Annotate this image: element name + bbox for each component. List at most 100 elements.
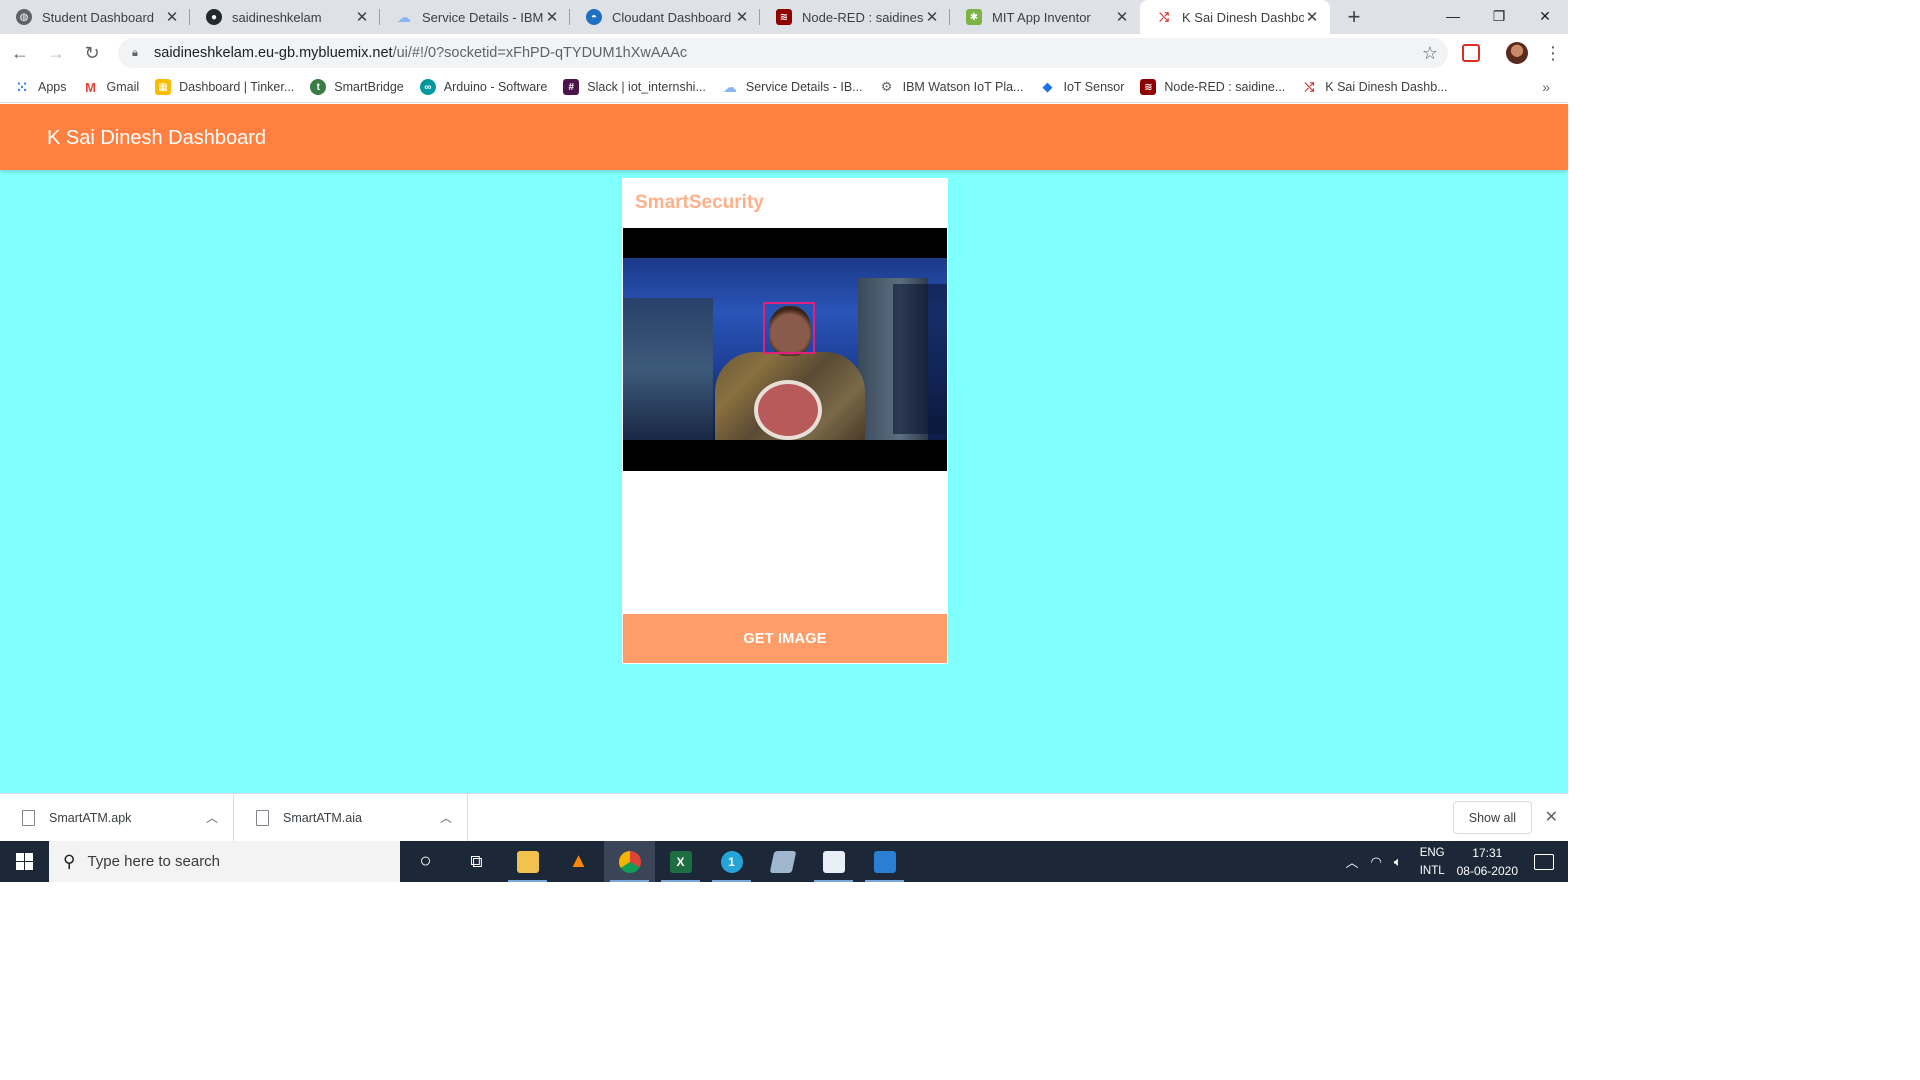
input-language[interactable]: ENG INTL	[1420, 844, 1445, 880]
window-close-button[interactable]: ✕	[1522, 0, 1568, 32]
close-icon[interactable]: ✕	[734, 8, 750, 26]
python-icon[interactable]	[808, 841, 859, 882]
close-icon[interactable]: ✕	[354, 8, 370, 26]
chevron-up-icon[interactable]: ︿	[1346, 852, 1359, 871]
close-icon[interactable]: ✕	[924, 8, 940, 26]
pocket-extension-icon[interactable]	[1462, 44, 1480, 62]
forward-arrow-icon[interactable]: →	[40, 37, 72, 69]
bookmark-smartbridge[interactable]: t SmartBridge	[310, 79, 404, 95]
github-icon: ●	[206, 9, 222, 25]
globe-icon: ◍	[16, 9, 32, 25]
tab-title: Student Dashboard	[42, 9, 155, 25]
bookmark-node-red[interactable]: ≋ Node-RED : saidine...	[1140, 79, 1285, 95]
kebab-menu-icon[interactable]: ⋮	[1544, 43, 1562, 64]
smart-security-card: SmartSecurity GET IMAGE	[622, 178, 948, 664]
close-icon[interactable]: ✕	[544, 8, 560, 26]
download-item[interactable]: SmartATM.aia ︿	[234, 793, 468, 842]
cloud-icon: ☁	[722, 78, 737, 95]
close-icon[interactable]: ✕	[1114, 8, 1130, 26]
more-bookmarks-icon[interactable]: »	[1542, 79, 1550, 95]
tab-cloudant[interactable]: ◓ Cloudant Dashboard - ✕	[570, 0, 760, 34]
excel-icon[interactable]: X	[655, 841, 706, 882]
vlc-icon[interactable]: ▲	[553, 841, 604, 882]
profile-avatar[interactable]	[1506, 42, 1528, 64]
reload-icon[interactable]: ↻	[76, 37, 108, 69]
show-all-button[interactable]: Show all	[1452, 801, 1532, 834]
address-bar[interactable]: 🔒︎ saidineshkelam.eu-gb.mybluemix.net/ui…	[118, 38, 1448, 68]
download-filename: SmartATM.aia	[283, 810, 362, 825]
file-icon	[256, 809, 269, 826]
bookmark-label: IBM Watson IoT Pla...	[902, 80, 1024, 94]
bookmark-label: Dashboard | Tinker...	[179, 80, 295, 94]
bookmark-label: SmartBridge	[334, 80, 404, 94]
chrome-icon[interactable]	[604, 841, 655, 882]
close-download-bar-icon[interactable]: ✕	[1545, 807, 1558, 827]
bookmark-label: Gmail	[106, 80, 140, 94]
start-button[interactable]	[0, 841, 49, 882]
photos-icon[interactable]	[859, 841, 910, 882]
tab-node-red[interactable]: ≋ Node-RED : saidineshke ✕	[760, 0, 950, 34]
system-tray: ︿ ◠ 🔈︎ ENG INTL 17:31 08-06-2020	[1346, 841, 1568, 882]
bookmark-star-icon[interactable]: ☆	[1422, 43, 1438, 64]
url-host: saidineshkelam.eu-gb.mybluemix.net	[154, 45, 393, 61]
tab-dashboard-active[interactable]: ⤭ K Sai Dinesh Dashboard ✕	[1140, 0, 1330, 34]
tab-service-details[interactable]: ☁ Service Details - IBM Cl ✕	[380, 0, 570, 34]
bookmark-tinkercad[interactable]: ▦ Dashboard | Tinker...	[155, 79, 294, 95]
wifi-icon[interactable]: ◠	[1371, 854, 1382, 870]
gmail-icon: M	[85, 79, 96, 95]
node-red-icon: ≋	[1140, 79, 1157, 95]
node-red-flow-icon: ⤭	[1159, 9, 1169, 24]
notification-center-icon[interactable]	[1534, 853, 1554, 870]
windows-logo-icon	[16, 853, 33, 870]
notepad-icon[interactable]	[757, 841, 808, 882]
maximize-button[interactable]: ❐	[1476, 0, 1522, 32]
search-icon: ⚲	[63, 851, 76, 871]
bookmark-dashboard[interactable]: ⤭ K Sai Dinesh Dashb...	[1301, 79, 1447, 95]
tab-strip: ◍ Student Dashboard ✕ ● saidineshkelam ✕…	[0, 0, 1568, 34]
chevron-up-icon[interactable]: ︿	[197, 809, 227, 826]
cortana-icon[interactable]: ○	[400, 841, 451, 882]
close-icon[interactable]: ✕	[164, 8, 180, 26]
slack-icon: #	[563, 79, 580, 95]
screen: ◍ Student Dashboard ✕ ● saidineshkelam ✕…	[0, 0, 1568, 882]
get-image-button[interactable]: GET IMAGE	[623, 614, 947, 663]
bookmark-iot-sensor[interactable]: ◆ IoT Sensor	[1039, 79, 1124, 95]
app-inventor-icon: ✱	[966, 9, 982, 25]
face-detection-box	[763, 302, 815, 354]
tinkercad-icon: ▦	[155, 79, 172, 95]
camera-scene-shirt-logo	[754, 380, 822, 440]
speaker-icon[interactable]: 🔈︎	[1394, 854, 1402, 870]
whatsapp-icon[interactable]: 1	[706, 841, 757, 882]
bookmark-label: Apps	[38, 80, 67, 94]
node-red-flow-icon: ⤭	[1304, 79, 1315, 94]
bookmark-slack[interactable]: # Slack | iot_internshi...	[563, 79, 706, 95]
bookmark-watson-iot[interactable]: ⚙ IBM Watson IoT Pla...	[879, 79, 1024, 95]
back-arrow-icon[interactable]: ←	[4, 37, 36, 69]
bookmark-service-details[interactable]: ☁ Service Details - IB...	[722, 79, 863, 95]
clock[interactable]: 17:31 08-06-2020	[1457, 844, 1518, 880]
bookmark-apps[interactable]: ⁙ Apps	[14, 79, 67, 95]
browser-toolbar: ← → ↻ 🔒︎ saidineshkelam.eu-gb.mybluemix.…	[0, 34, 1568, 72]
url-text[interactable]: saidineshkelam.eu-gb.mybluemix.net/ui/#!…	[154, 45, 1422, 61]
tab-github[interactable]: ● saidineshkelam ✕	[190, 0, 380, 34]
close-icon[interactable]: ✕	[1304, 8, 1320, 26]
file-icon	[22, 809, 35, 826]
clock-date: 08-06-2020	[1456, 863, 1518, 878]
tab-title: Cloudant Dashboard -	[612, 9, 734, 25]
watson-iot-icon: ⚙	[880, 79, 893, 94]
bookmark-arduino[interactable]: ∞ Arduino - Software	[419, 79, 547, 95]
tab-title: Node-RED : saidineshke	[802, 9, 924, 25]
minimize-button[interactable]: —	[1430, 0, 1476, 32]
new-tab-button[interactable]: +	[1340, 3, 1368, 31]
tab-title: saidineshkelam	[232, 9, 322, 25]
download-item[interactable]: SmartATM.apk ︿	[0, 793, 234, 842]
taskbar-search[interactable]: ⚲ Type here to search	[49, 841, 400, 882]
tab-app-inventor[interactable]: ✱ MIT App Inventor ✕	[950, 0, 1140, 34]
tab-student-dashboard[interactable]: ◍ Student Dashboard ✕	[0, 0, 190, 34]
bookmark-gmail[interactable]: M Gmail	[83, 79, 140, 95]
bookmark-label: K Sai Dinesh Dashb...	[1325, 80, 1448, 94]
task-view-icon[interactable]: ⧉	[451, 841, 502, 882]
file-explorer-icon[interactable]	[502, 841, 553, 882]
download-bar: SmartATM.apk ︿ SmartATM.aia ︿ Show all ✕	[0, 793, 1568, 842]
chevron-up-icon[interactable]: ︿	[431, 809, 461, 826]
